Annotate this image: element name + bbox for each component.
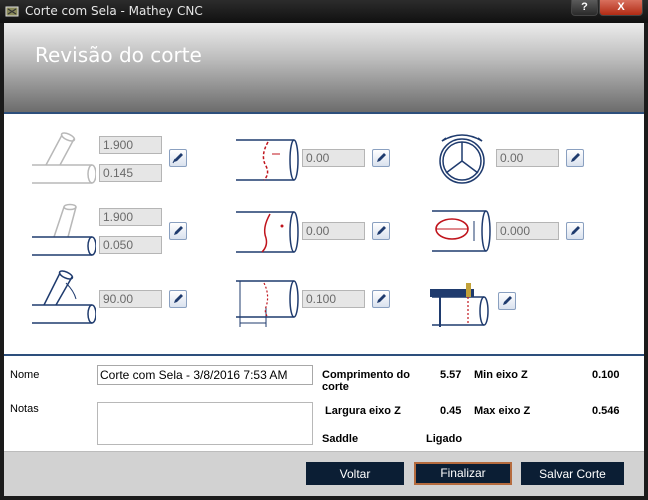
notes-label: Notas [10, 403, 39, 415]
edit-button[interactable] [169, 149, 187, 167]
save-cut-button[interactable]: Salvar Corte [521, 462, 624, 485]
cut-length-value: 5.57 [440, 369, 462, 381]
window-titlebar: Corte com Sela - Mathey CNC ? X [0, 0, 648, 23]
offset-field[interactable]: 0.00 [302, 149, 365, 167]
angle-field[interactable]: 90.00 [99, 290, 162, 308]
edit-button[interactable] [566, 222, 584, 240]
tube-straight-branch-icon [32, 203, 96, 256]
edit-button[interactable] [498, 292, 516, 310]
header-banner: Revisão do corte [4, 23, 644, 112]
diameter-field[interactable]: 1.900 [99, 208, 162, 226]
z-width-value: 0.45 [440, 405, 462, 417]
pencil-icon [377, 294, 386, 303]
ellipse-field[interactable]: 0.000 [496, 222, 559, 240]
section-divider [4, 354, 644, 356]
header-divider [4, 112, 644, 114]
pencil-icon [377, 153, 386, 162]
name-input[interactable]: Corte com Sela - 3/8/2016 7:53 AM [97, 365, 313, 385]
footer-bar: Voltar Finalizar Salvar Corte [4, 451, 644, 496]
pencil-icon [172, 153, 183, 164]
shift-field[interactable]: 0.00 [302, 222, 365, 240]
tube-angle-branch-icon [32, 132, 96, 184]
saddle-value: Ligado [426, 433, 463, 445]
rotation-circle-icon [439, 134, 485, 184]
pencil-icon [571, 153, 580, 162]
window-title: Corte com Sela - Mathey CNC [25, 4, 203, 18]
tube-ellipse-icon [432, 210, 491, 252]
name-label: Nome [10, 369, 40, 381]
rotation-field[interactable]: 0.00 [496, 149, 559, 167]
pencil-icon [377, 226, 386, 235]
edit-button[interactable] [169, 222, 187, 240]
back-button[interactable]: Voltar [306, 462, 404, 485]
max-z-label: Max eixo Z [474, 405, 531, 417]
edit-button[interactable] [372, 222, 390, 240]
app-icon [5, 6, 19, 17]
min-z-label: Min eixo Z [474, 369, 528, 381]
tube-angle-icon [32, 270, 96, 324]
edit-button[interactable] [566, 149, 584, 167]
max-z-value: 0.546 [592, 405, 620, 417]
pencil-icon [503, 296, 512, 305]
cut-length-label: Comprimento do corte [322, 369, 410, 393]
help-button[interactable]: ? [571, 0, 598, 16]
dialog-client: Revisão do corte 1.900 0.145 1.900 0.050 [4, 23, 644, 496]
tube-cut-shift-icon [236, 211, 299, 253]
length-field[interactable]: 0.100 [302, 290, 365, 308]
tube-cut-length-icon [236, 280, 299, 327]
page-title: Revisão do corte [35, 43, 202, 67]
pencil-icon [571, 226, 580, 235]
saddle-label: Saddle [322, 433, 359, 445]
thickness-field[interactable]: 0.145 [99, 164, 162, 182]
pencil-icon [174, 294, 183, 303]
pencil-icon [174, 226, 183, 235]
edit-button[interactable] [372, 149, 390, 167]
diameter-field[interactable]: 1.900 [99, 136, 162, 154]
min-z-value: 0.100 [592, 369, 620, 381]
edit-button[interactable] [372, 290, 390, 308]
notes-input[interactable] [97, 402, 313, 445]
edit-button[interactable] [169, 290, 187, 308]
close-button[interactable]: X [599, 0, 643, 16]
torch-setup-icon [430, 283, 489, 327]
finish-button[interactable]: Finalizar [414, 462, 512, 485]
tube-cut-offset-icon [236, 139, 299, 181]
wall-field[interactable]: 0.050 [99, 236, 162, 254]
z-width-label: Largura eixo Z [325, 405, 401, 417]
